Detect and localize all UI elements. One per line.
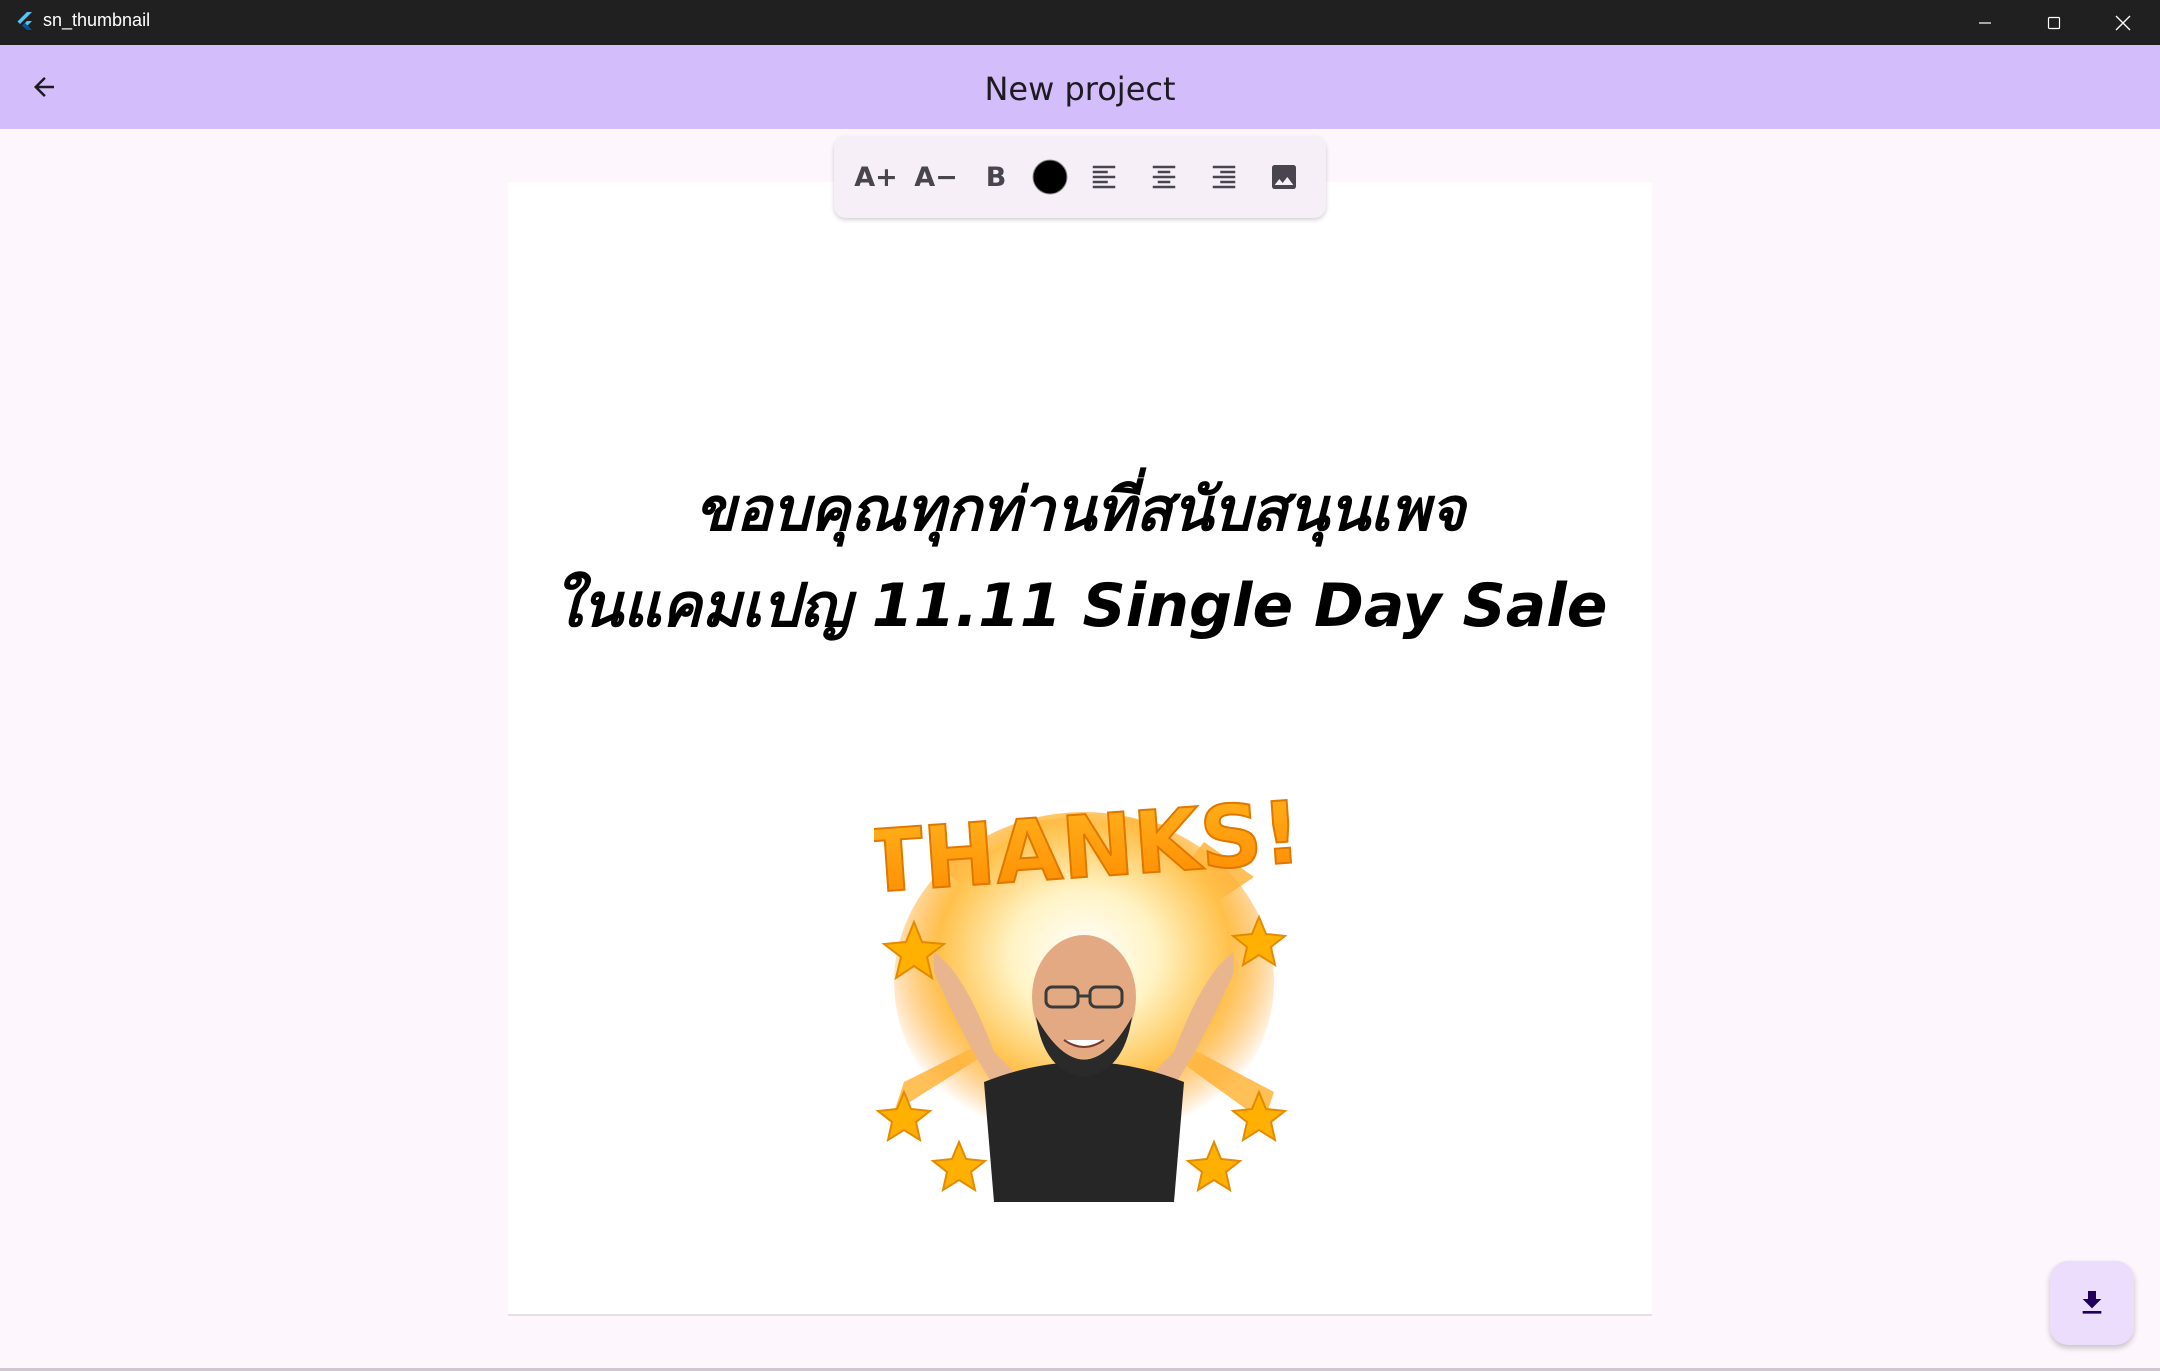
thumbnail-canvas[interactable]: ขอบคุณทุกท่านที่สนับสนุนเพจ ในแคมเปญ 11.… bbox=[508, 182, 1652, 1316]
text-color-icon bbox=[1032, 159, 1068, 195]
close-button[interactable] bbox=[2088, 0, 2157, 45]
font-size-decrease-button[interactable]: A− bbox=[912, 153, 960, 201]
image-icon bbox=[1272, 165, 1296, 189]
align-center-icon bbox=[1152, 165, 1176, 189]
minimize-button[interactable] bbox=[1950, 0, 2019, 45]
back-button[interactable] bbox=[20, 63, 68, 111]
text-color-button[interactable] bbox=[1026, 153, 1074, 201]
close-icon bbox=[2115, 15, 2130, 30]
font-size-decrease-icon: A− bbox=[914, 161, 958, 193]
align-right-icon bbox=[1212, 165, 1236, 189]
text-format-toolbar: A+ A− B bbox=[834, 136, 1326, 218]
headline-line-1: ขอบคุณทุกท่านที่สนับสนุนเพจ bbox=[694, 475, 1466, 545]
bold-button[interactable]: B bbox=[972, 153, 1020, 201]
download-button[interactable] bbox=[2050, 1261, 2134, 1345]
bold-icon: B bbox=[985, 161, 1007, 193]
maximize-button[interactable] bbox=[2019, 0, 2088, 45]
headline-text[interactable]: ขอบคุณทุกท่านที่สนับสนุนเพจ ในแคมเปญ 11.… bbox=[508, 462, 1652, 654]
window-title: sn_thumbnail bbox=[43, 10, 151, 30]
align-left-button[interactable] bbox=[1080, 153, 1128, 201]
flutter-icon bbox=[17, 12, 32, 30]
align-right-button[interactable] bbox=[1200, 153, 1248, 201]
window-titlebar: sn_thumbnail bbox=[0, 0, 2160, 45]
app-bar: New project bbox=[0, 45, 2160, 129]
download-icon bbox=[2082, 1291, 2102, 1314]
headline-line-2: ในแคมเปญ 11.11 Single Day Sale bbox=[552, 571, 1608, 641]
thanks-sticker-image[interactable]: THANKS! bbox=[874, 782, 1294, 1202]
arrow-back-icon bbox=[34, 77, 54, 97]
maximize-icon bbox=[2047, 16, 2060, 29]
minimize-icon bbox=[1978, 21, 1991, 24]
align-left-icon bbox=[1092, 165, 1116, 189]
app-window: sn_thumbnail New project ขอบคุณทุกท่านที… bbox=[0, 0, 2160, 1371]
font-size-increase-button[interactable]: A+ bbox=[852, 153, 900, 201]
page-title: New project bbox=[984, 70, 1176, 108]
insert-image-button[interactable] bbox=[1260, 153, 1308, 201]
font-size-increase-icon: A+ bbox=[854, 161, 898, 193]
align-center-button[interactable] bbox=[1140, 153, 1188, 201]
